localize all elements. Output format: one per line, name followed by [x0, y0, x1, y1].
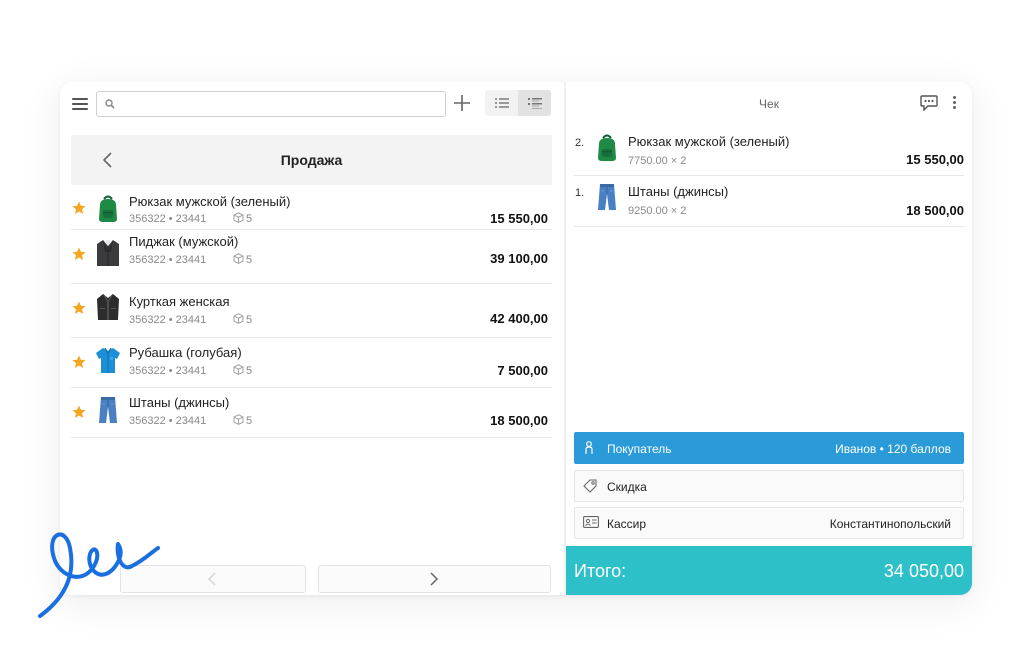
line-name: Штаны (джинсы) — [628, 184, 729, 199]
next-page-button[interactable] — [318, 565, 551, 593]
view-toggle — [485, 90, 551, 116]
line-quantity: 7750.00 × 2 — [628, 155, 687, 167]
favorite-star-icon[interactable] — [72, 301, 86, 315]
chevron-right-icon — [430, 572, 439, 586]
product-price: 18 500,00 — [490, 413, 548, 428]
product-stock: 5 — [233, 212, 252, 225]
box-icon — [233, 212, 244, 223]
product-sku: 356322 • 23441 — [129, 254, 207, 266]
stock-count: 5 — [246, 365, 253, 377]
product-row[interactable]: Пиджак (мужской) 356322 • 23441 5 39 100… — [71, 229, 552, 284]
line-name: Рюкзак мужской (зеленый) — [628, 134, 790, 149]
catalog-panel: Продажа Рюкзак мужской (зеленый) 356322 … — [60, 82, 564, 595]
discount-label: Скидка — [607, 480, 647, 494]
list-view-button[interactable] — [485, 90, 518, 116]
detailed-list-icon — [528, 98, 542, 109]
product-name: Курткая женская — [129, 294, 230, 309]
box-icon — [233, 253, 244, 264]
favorite-star-icon[interactable] — [72, 405, 86, 419]
product-sku: 356322 • 23441 — [129, 415, 207, 427]
receipt-line[interactable]: 2. Рюкзак мужской (зеленый) 7750.00 × 2 … — [574, 126, 964, 176]
total-button[interactable]: Итого: 34 050,00 — [566, 546, 972, 595]
product-name: Пиджак (мужской) — [129, 234, 239, 249]
stock-count: 5 — [246, 415, 253, 427]
shirt-icon — [96, 347, 120, 373]
chevron-left-icon — [207, 572, 216, 586]
product-price: 42 400,00 — [490, 311, 548, 326]
total-label: Итого: — [574, 561, 627, 581]
favorite-star-icon[interactable] — [72, 201, 86, 215]
stock-count: 5 — [246, 254, 253, 266]
jeans-icon — [598, 184, 616, 210]
product-row[interactable]: Рюкзак мужской (зеленый) 356322 • 23441 … — [71, 185, 552, 230]
jeans-icon — [99, 397, 117, 423]
total-value: 34 050,00 — [883, 561, 964, 581]
search-input[interactable] — [119, 94, 441, 114]
box-icon — [233, 364, 244, 375]
blazer-icon — [97, 240, 119, 266]
receipt-title: Чек — [759, 97, 779, 111]
tag-icon — [583, 479, 597, 493]
receipt-panel: Чек 2. Рюкзак мужской (зеленый) 7750.00 … — [566, 82, 972, 595]
buyer-row[interactable]: Покупатель Иванов • 120 баллов — [574, 432, 964, 464]
cashier-value: Константинопольский — [829, 517, 951, 531]
search-box[interactable] — [96, 91, 446, 117]
sale-header: Продажа — [71, 135, 552, 185]
box-icon — [233, 414, 244, 425]
product-stock: 5 — [233, 313, 252, 326]
receipt-line[interactable]: 1. Штаны (джинсы) 9250.00 × 2 18 500,00 — [574, 175, 964, 227]
product-name: Рубашка (голубая) — [129, 345, 242, 360]
stock-count: 5 — [246, 213, 253, 225]
buyer-value: Иванов • 120 баллов — [835, 442, 951, 456]
page-title: Продажа — [280, 152, 343, 168]
jacket-icon — [97, 294, 119, 320]
signature-logo — [38, 532, 160, 618]
backpack-icon — [99, 195, 117, 222]
backpack-icon — [598, 134, 616, 161]
product-sku: 356322 • 23441 — [129, 365, 207, 377]
search-icon — [105, 99, 115, 109]
product-row[interactable]: Штаны (джинсы) 356322 • 23441 5 18 500,0… — [71, 387, 552, 438]
product-name: Штаны (джинсы) — [129, 395, 230, 410]
stock-count: 5 — [246, 314, 253, 326]
cashier-row[interactable]: Кассир Константинопольский — [574, 507, 964, 539]
discount-row[interactable]: Скидка — [574, 470, 964, 502]
favorite-star-icon[interactable] — [72, 247, 86, 261]
add-icon[interactable] — [452, 93, 472, 113]
buyer-label: Покупатель — [607, 442, 672, 456]
detailed-list-view-button[interactable] — [518, 90, 551, 116]
product-sku: 356322 • 23441 — [129, 213, 207, 225]
product-stock: 5 — [233, 253, 252, 266]
comment-icon[interactable] — [920, 95, 938, 112]
line-price: 18 500,00 — [906, 203, 964, 218]
product-price: 15 550,00 — [490, 211, 548, 226]
person-icon — [585, 441, 593, 454]
line-price: 15 550,00 — [906, 152, 964, 167]
id-card-icon — [583, 516, 599, 528]
list-view-icon — [495, 98, 509, 108]
hamburger-menu-icon[interactable] — [72, 97, 88, 111]
line-number: 2. — [575, 137, 585, 149]
pos-window: Продажа Рюкзак мужской (зеленый) 356322 … — [60, 82, 972, 595]
line-number: 1. — [575, 187, 585, 199]
product-price: 39 100,00 — [490, 251, 548, 266]
favorite-star-icon[interactable] — [72, 355, 86, 369]
line-quantity: 9250.00 × 2 — [628, 205, 687, 217]
product-sku: 356322 • 23441 — [129, 314, 207, 326]
box-icon — [233, 313, 244, 324]
product-row[interactable]: Рубашка (голубая) 356322 • 23441 5 7 500… — [71, 337, 552, 388]
product-row[interactable]: Курткая женская 356322 • 23441 5 42 400,… — [71, 283, 552, 338]
product-price: 7 500,00 — [497, 363, 548, 378]
product-name: Рюкзак мужской (зеленый) — [129, 194, 291, 209]
product-stock: 5 — [233, 364, 252, 377]
cashier-label: Кассир — [607, 517, 647, 531]
product-stock: 5 — [233, 414, 252, 427]
more-options-icon[interactable] — [952, 95, 958, 111]
